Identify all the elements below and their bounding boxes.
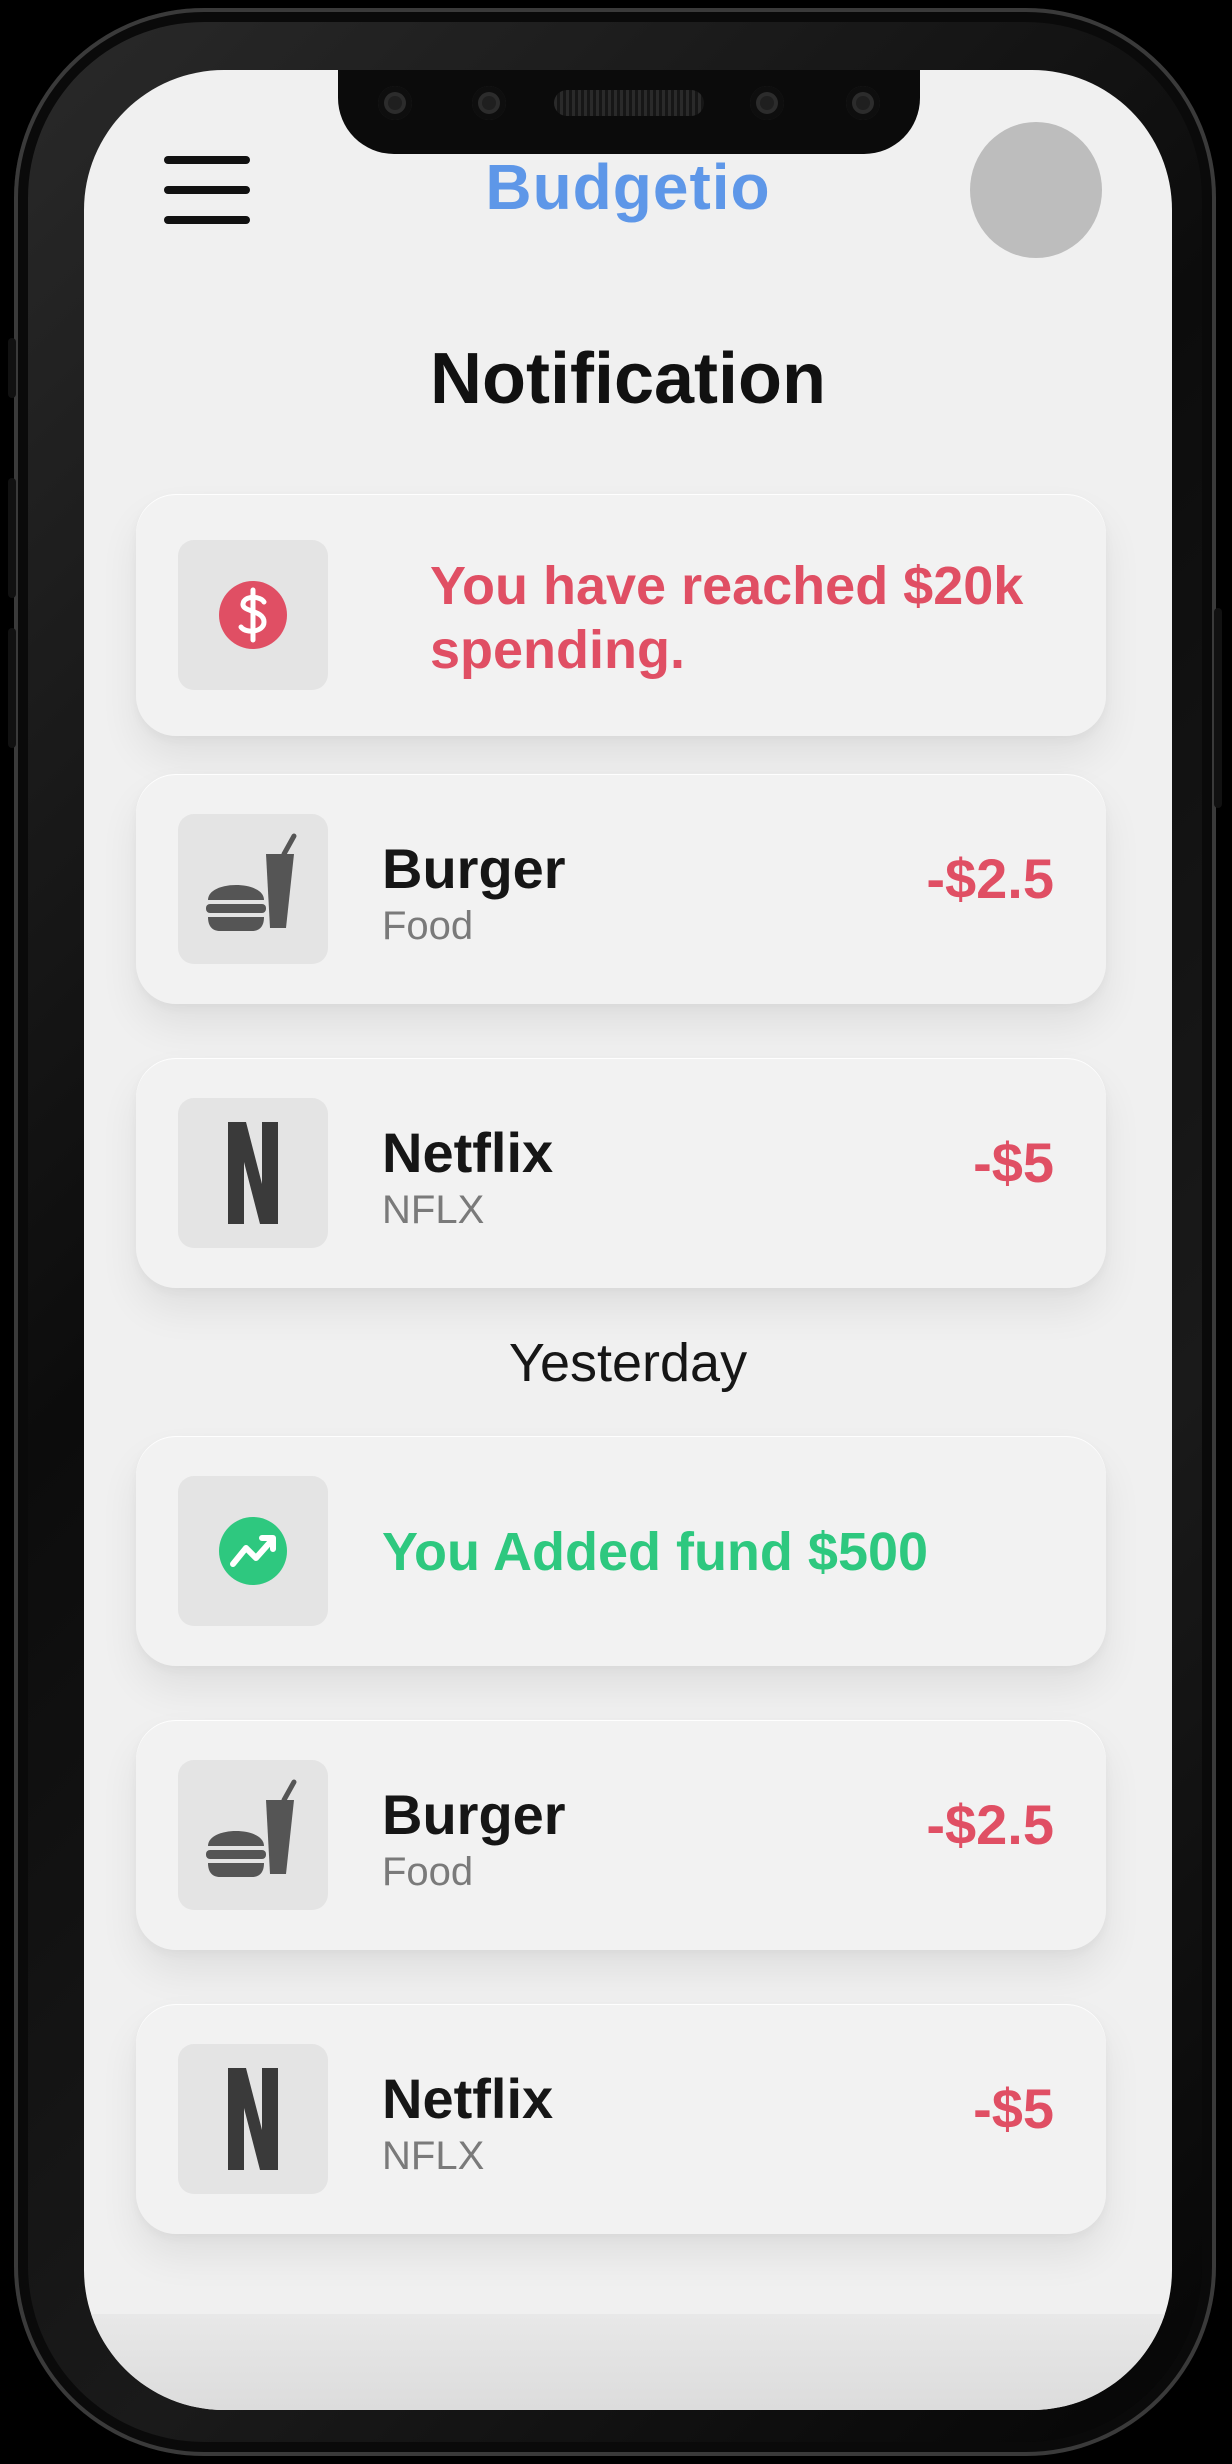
transaction-amount: -$2.5 xyxy=(926,1793,1054,1856)
transaction-card[interactable]: Netflix NFLX -$5 xyxy=(136,2004,1106,2234)
transaction-icon-box xyxy=(178,814,328,964)
alert-icon-box xyxy=(178,1476,328,1626)
volume-down-button xyxy=(8,628,16,748)
sensor-dot xyxy=(378,86,412,120)
trending-up-icon xyxy=(219,1517,287,1585)
side-button xyxy=(8,338,16,398)
phone-frame: Budgetio Notification You have reached $… xyxy=(8,8,1222,2456)
earpiece-speaker xyxy=(554,90,704,116)
netflix-logo-icon xyxy=(228,1122,278,1224)
alert-icon-box xyxy=(178,540,328,690)
transaction-category: Food xyxy=(382,1850,474,1894)
volume-up-button xyxy=(8,478,16,598)
spending-alert-card[interactable]: You have reached $20k spending. xyxy=(136,494,1106,736)
transaction-category: Food xyxy=(382,904,474,948)
fast-food-icon xyxy=(206,833,297,931)
transaction-icon-box xyxy=(178,2044,328,2194)
sensor-dot xyxy=(472,86,506,120)
transaction-category: NFLX xyxy=(382,2134,485,2178)
front-camera xyxy=(750,86,784,120)
transaction-card[interactable]: Burger Food -$2.5 xyxy=(136,774,1106,1004)
page-title: Notification xyxy=(430,339,826,419)
transaction-icon-box xyxy=(178,1098,328,1248)
transaction-name: Burger xyxy=(382,1783,566,1846)
transaction-name: Burger xyxy=(382,837,566,900)
spending-alert-text: You have reached $20k spending. xyxy=(430,556,1024,680)
camera-notch xyxy=(338,70,920,154)
transaction-name: Netflix xyxy=(382,2067,554,2130)
fund-added-card[interactable]: You Added fund $500 xyxy=(136,1436,1106,1666)
section-label-yesterday: Yesterday xyxy=(508,1333,748,1393)
transaction-amount: -$5 xyxy=(973,1131,1054,1194)
transaction-amount: -$5 xyxy=(973,2077,1054,2140)
fund-added-text: You Added fund $500 xyxy=(382,1522,929,1582)
transaction-category: NFLX xyxy=(382,1188,485,1232)
transaction-name: Netflix xyxy=(382,1121,554,1184)
transaction-icon-box xyxy=(178,1760,328,1910)
power-button xyxy=(1214,608,1222,808)
transaction-amount: -$2.5 xyxy=(926,847,1054,910)
sensor-dot xyxy=(846,86,880,120)
avatar[interactable] xyxy=(970,122,1102,258)
transaction-card[interactable]: Netflix NFLX -$5 xyxy=(136,1058,1106,1288)
fast-food-icon xyxy=(206,1779,297,1877)
netflix-logo-icon xyxy=(228,2068,278,2170)
dollar-circle-icon xyxy=(219,581,287,649)
bottom-bar xyxy=(84,2314,1172,2410)
transaction-card[interactable]: Burger Food -$2.5 xyxy=(136,1720,1106,1950)
app-screen: Budgetio Notification You have reached $… xyxy=(84,70,1172,2410)
